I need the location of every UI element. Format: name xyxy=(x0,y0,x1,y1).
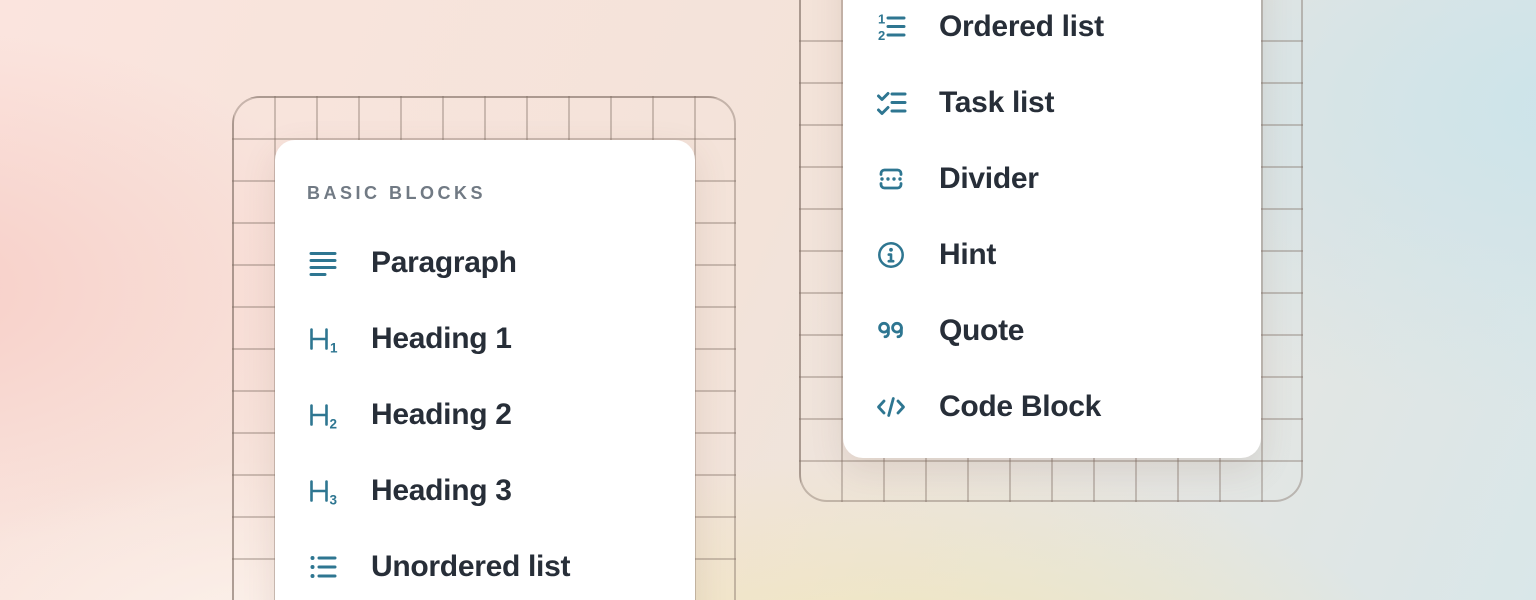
section-label-basic-blocks: BASIC BLOCKS xyxy=(307,183,695,203)
menu-item-heading-3[interactable]: Heading 3 xyxy=(275,453,695,529)
menu-item-hint[interactable]: Hint xyxy=(843,217,1261,293)
heading-1-icon xyxy=(307,323,339,355)
heading-2-icon xyxy=(307,399,339,431)
basic-blocks-menu: BASIC BLOCKS Paragraph Heading 1 Heading… xyxy=(275,140,695,600)
menu-item-divider[interactable]: Divider xyxy=(843,141,1261,217)
blocks-menu-continued: Ordered list Task list Divider Hint Quot… xyxy=(843,0,1261,458)
menu-item-heading-1[interactable]: Heading 1 xyxy=(275,301,695,377)
unordered-list-icon xyxy=(307,551,339,583)
menu-item-paragraph[interactable]: Paragraph xyxy=(275,225,695,301)
blocks-list-continued: Ordered list Task list Divider Hint Quot… xyxy=(843,0,1261,445)
basic-blocks-list: Paragraph Heading 1 Heading 2 Heading 3 … xyxy=(275,225,695,600)
menu-item-task-list[interactable]: Task list xyxy=(843,65,1261,141)
hint-icon xyxy=(875,239,907,271)
divider-icon xyxy=(875,163,907,195)
menu-item-heading-2[interactable]: Heading 2 xyxy=(275,377,695,453)
menu-item-code-block[interactable]: Code Block xyxy=(843,369,1261,445)
paragraph-icon xyxy=(307,247,339,279)
background: BASIC BLOCKS Paragraph Heading 1 Heading… xyxy=(0,0,1536,600)
menu-item-unordered-list[interactable]: Unordered list xyxy=(275,529,695,600)
heading-3-icon xyxy=(307,475,339,507)
task-list-icon xyxy=(875,87,907,119)
menu-item-quote[interactable]: Quote xyxy=(843,293,1261,369)
menu-item-ordered-list[interactable]: Ordered list xyxy=(843,0,1261,65)
code-block-icon xyxy=(875,391,907,423)
quote-icon xyxy=(875,315,907,347)
ordered-list-icon xyxy=(875,11,907,43)
